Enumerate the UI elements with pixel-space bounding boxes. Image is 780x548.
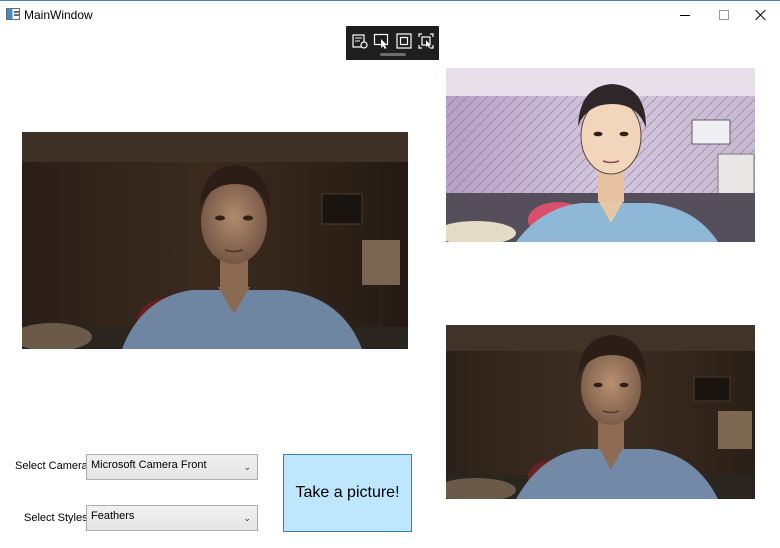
display-layout-adorners-icon — [396, 33, 412, 49]
track-focus-button[interactable] — [417, 32, 435, 50]
app-window-icon — [6, 8, 20, 20]
debug-toolbar — [346, 26, 439, 60]
take-picture-button[interactable]: Take a picture! — [283, 454, 412, 532]
display-adorners-button[interactable] — [395, 32, 413, 50]
select-styles-label: Select Styles: — [24, 512, 91, 524]
select-camera-label: Select Camera: — [15, 460, 91, 472]
styled-preview-image — [446, 68, 755, 242]
select-element-icon — [373, 33, 389, 49]
captured-picture — [446, 325, 755, 499]
main-camera-preview — [22, 132, 408, 349]
close-button[interactable] — [741, 1, 780, 29]
minimize-icon — [680, 14, 690, 16]
select-element-button[interactable] — [373, 32, 391, 50]
toolbar-drag-grip[interactable] — [380, 53, 406, 56]
chevron-down-icon: ⌄ — [243, 462, 251, 472]
chevron-down-icon: ⌄ — [243, 513, 251, 523]
live-visual-tree-button[interactable] — [351, 32, 369, 50]
track-focus-icon — [418, 33, 434, 49]
captured-picture-image — [446, 325, 755, 499]
camera-select-dropdown[interactable]: Microsoft Camera Front ⌄ — [86, 454, 258, 480]
window-title: MainWindow — [24, 8, 93, 22]
styles-select-value: Feathers — [91, 510, 135, 522]
take-picture-label: Take a picture! — [295, 484, 400, 501]
main-window: MainWindow Select Camera: Microsoft Came… — [0, 0, 780, 548]
maximize-icon — [719, 10, 729, 20]
title-bar[interactable]: MainWindow — [0, 1, 780, 29]
styles-select-dropdown[interactable]: Feathers ⌄ — [86, 505, 258, 531]
live-visual-tree-icon — [352, 34, 368, 49]
close-icon — [755, 9, 767, 21]
styled-camera-preview — [446, 68, 755, 242]
main-preview-image — [22, 132, 408, 349]
camera-select-value: Microsoft Camera Front — [91, 459, 207, 471]
